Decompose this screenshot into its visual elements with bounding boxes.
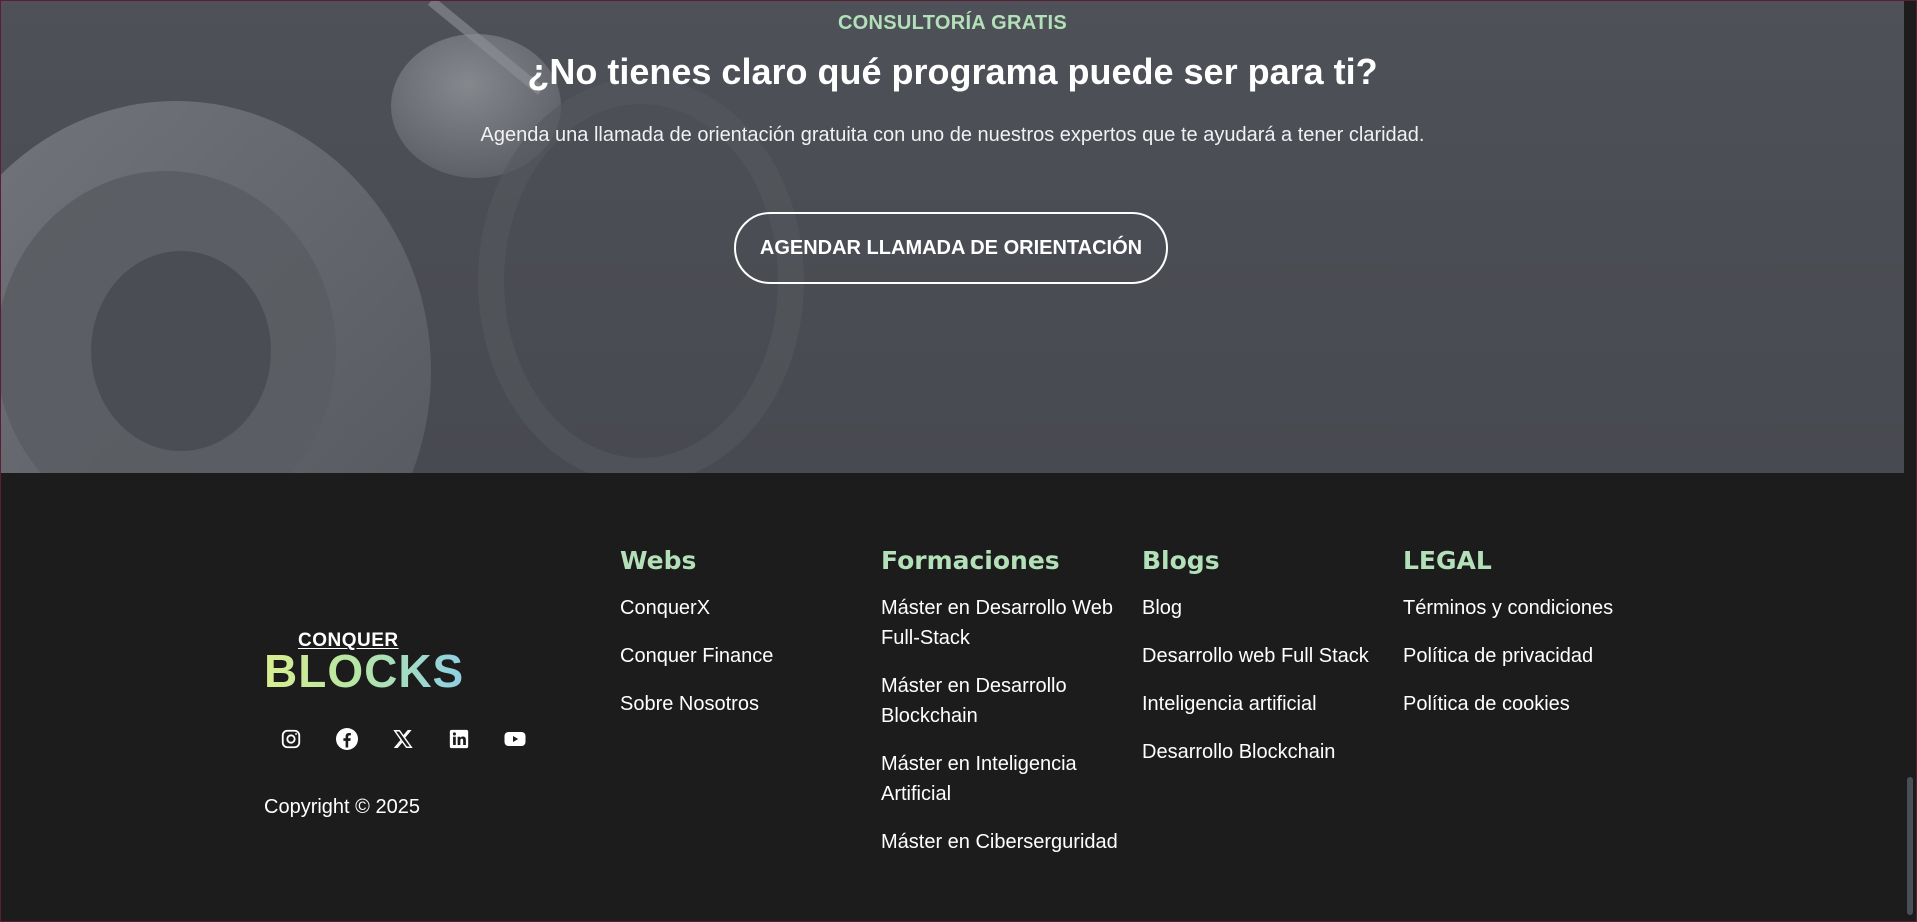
footer-column-legal: LEGAL Términos y condiciones Política de…: [1403, 543, 1663, 737]
column-heading-legal: LEGAL: [1403, 546, 1492, 575]
cta-subtitle: Agenda una llamada de orientación gratui…: [480, 124, 1425, 146]
logo-text-bottom: BLOCKS: [264, 645, 465, 697]
link-master-blockchain[interactable]: Máster en Desarrollo Blockchain: [881, 671, 1121, 731]
link-master-ia[interactable]: Máster en Inteligencia Artificial: [881, 749, 1121, 809]
cta-title: ¿No tienes claro qué programa puede ser …: [527, 51, 1378, 92]
column-heading-formaciones: Formaciones: [881, 546, 1060, 575]
link-blog-fullstack[interactable]: Desarrollo web Full Stack: [1142, 641, 1392, 671]
column-heading-blogs: Blogs: [1142, 546, 1220, 575]
facebook-icon[interactable]: [332, 724, 362, 754]
linkedin-icon[interactable]: [444, 724, 474, 754]
scrollbar-thumb[interactable]: [1907, 777, 1913, 915]
link-privacidad[interactable]: Política de privacidad: [1403, 641, 1663, 671]
schedule-call-button[interactable]: AGENDAR LLAMADA DE ORIENTACIÓN: [734, 212, 1168, 284]
page: CONSULTORÍA GRATIS ¿No tienes claro qué …: [0, 0, 1917, 922]
link-blog-blockchain[interactable]: Desarrollo Blockchain: [1142, 737, 1392, 767]
link-blog[interactable]: Blog: [1142, 593, 1392, 623]
consultation-cta-section: CONSULTORÍA GRATIS ¿No tienes claro qué …: [1, 1, 1904, 473]
youtube-icon[interactable]: [500, 724, 530, 754]
footer-column-webs: Webs ConquerX Conquer Finance Sobre Noso…: [620, 543, 870, 737]
conquer-blocks-logo[interactable]: CONQUER BLOCKS: [264, 630, 463, 700]
link-master-fullstack[interactable]: Máster en Desarrollo Web Full-Stack: [881, 593, 1121, 653]
link-conquerx[interactable]: ConquerX: [620, 593, 870, 623]
link-cookies[interactable]: Política de cookies: [1403, 689, 1663, 719]
cta-eyebrow: CONSULTORÍA GRATIS: [837, 12, 1068, 34]
instagram-icon[interactable]: [276, 724, 306, 754]
link-sobre-nosotros[interactable]: Sobre Nosotros: [620, 689, 870, 719]
copyright-text: Copyright © 2025: [264, 796, 420, 818]
link-blog-ia[interactable]: Inteligencia artificial: [1142, 689, 1392, 719]
footer-column-blogs: Blogs Blog Desarrollo web Full Stack Int…: [1142, 543, 1392, 785]
link-conquer-finance[interactable]: Conquer Finance: [620, 641, 870, 671]
footer-column-formaciones: Formaciones Máster en Desarrollo Web Ful…: [881, 543, 1121, 875]
column-heading-webs: Webs: [620, 546, 697, 575]
x-twitter-icon[interactable]: [388, 724, 418, 754]
link-terminos[interactable]: Términos y condiciones: [1403, 593, 1663, 623]
site-footer: CONQUER BLOCKS Copyright © 2025 Webs Con…: [1, 473, 1904, 921]
link-master-ciberseguridad[interactable]: Máster en Ciberserguridad: [881, 827, 1121, 857]
social-links: [264, 724, 530, 754]
page-scrollbar[interactable]: [1904, 1, 1916, 921]
